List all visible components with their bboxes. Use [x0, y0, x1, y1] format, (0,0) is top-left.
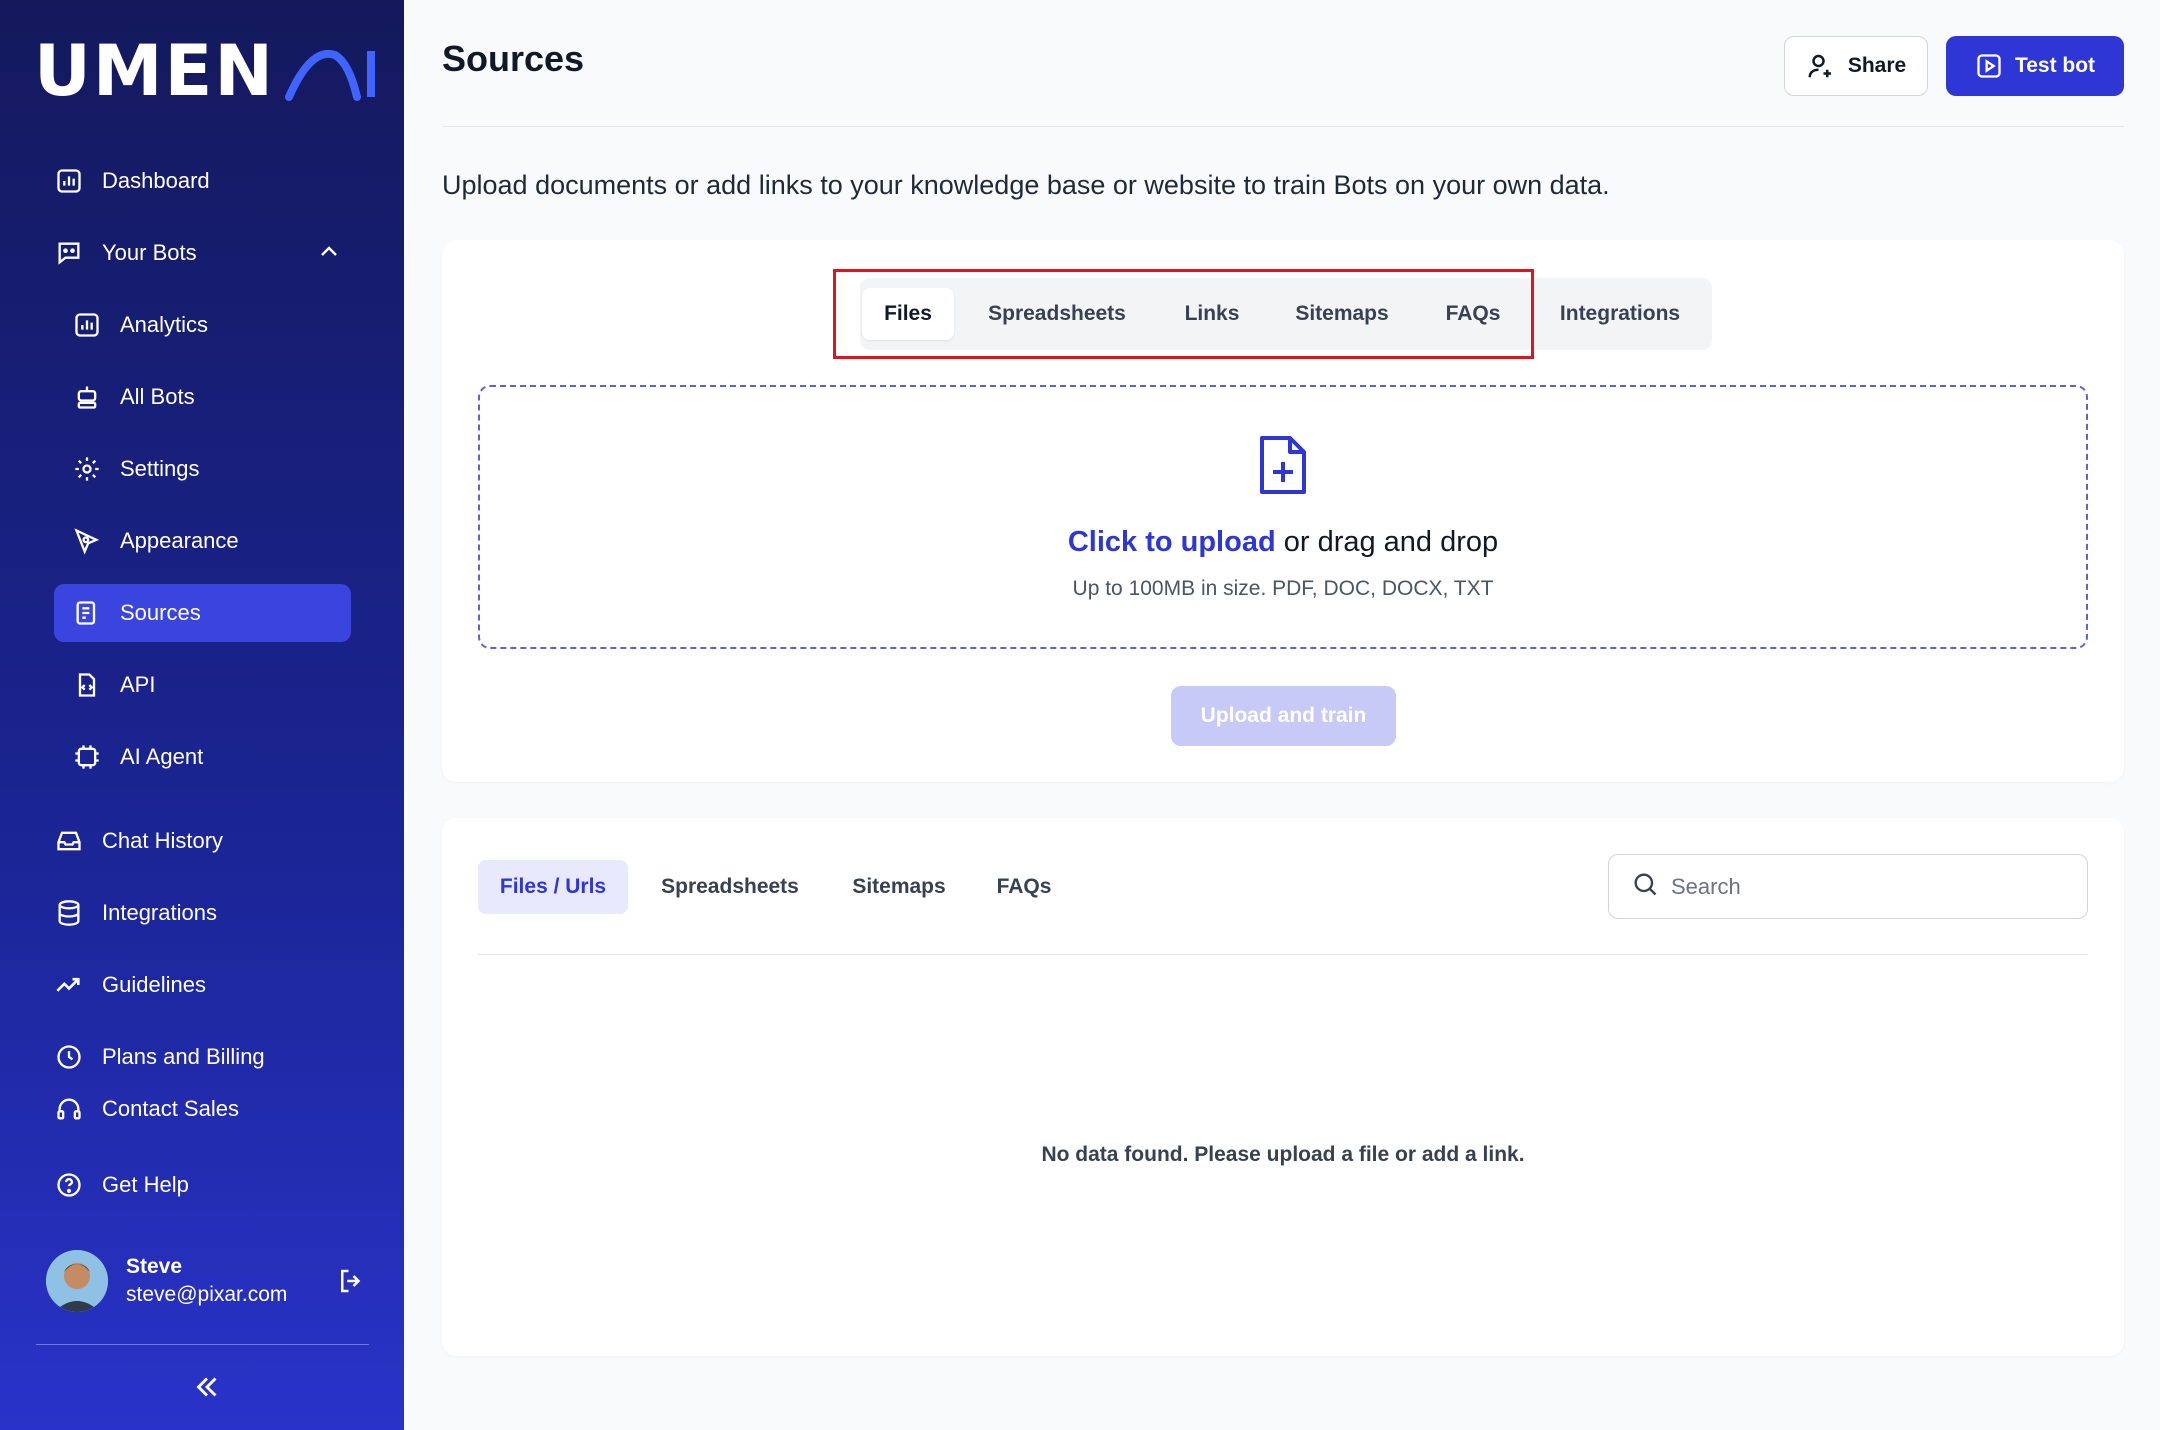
brand-logo[interactable]: UMEN	[34, 30, 379, 112]
sidebar-item-label: Get Help	[102, 1172, 189, 1197]
tab-data-sitemaps[interactable]: Sitemaps	[836, 860, 962, 914]
sidebar: UMEN Dashboard Your Bots Analytics All B…	[0, 0, 404, 1430]
sidebar-item-chat-history[interactable]: Chat History	[54, 812, 351, 870]
sidebar-item-ai-agent[interactable]: AI Agent	[54, 728, 351, 786]
bot-chat-icon	[54, 238, 84, 268]
headphones-icon	[54, 1094, 84, 1124]
sidebar-item-appearance[interactable]: Appearance	[54, 512, 351, 570]
tab-data-spreadsheets[interactable]: Spreadsheets	[644, 860, 816, 914]
sidebar-item-label: Appearance	[120, 528, 239, 553]
robot-icon	[72, 382, 102, 412]
sidebar-item-label: Sources	[120, 600, 201, 625]
test-bot-label: Test bot	[2014, 54, 2096, 77]
sidebar-item-contact-sales[interactable]: Contact Sales	[54, 1080, 351, 1138]
search-icon	[1631, 870, 1659, 903]
sidebar-item-label: Integrations	[102, 900, 217, 925]
sidebar-item-label: All Bots	[120, 384, 195, 409]
sidebar-item-label: Analytics	[120, 312, 209, 337]
sidebar-item-sources[interactable]: Sources	[54, 584, 351, 642]
intro-text: Upload documents or add links to your kn…	[442, 170, 1610, 200]
share-button[interactable]: Share	[1784, 36, 1928, 96]
user-name: Steve	[126, 1255, 183, 1278]
page-title: Sources	[442, 38, 585, 79]
tab-data-faqs[interactable]: FAQs	[980, 860, 1068, 914]
search-box[interactable]	[1608, 854, 2088, 919]
sidebar-item-label: Plans and Billing	[102, 1044, 265, 1069]
play-square-icon	[1975, 52, 2003, 80]
sidebar-item-analytics[interactable]: Analytics	[54, 296, 351, 354]
user-profile[interactable]: Steve steve@pixar.com	[46, 1248, 376, 1314]
user-plus-icon	[1806, 51, 1836, 81]
sidebar-item-label: Dashboard	[102, 168, 210, 193]
sidebar-divider	[36, 1344, 369, 1345]
test-bot-button[interactable]: Test bot	[1946, 36, 2124, 96]
inbox-icon	[54, 826, 84, 856]
trend-up-icon	[54, 970, 84, 1000]
data-divider	[478, 954, 2088, 955]
gear-icon	[72, 454, 102, 484]
chevron-up-icon[interactable]	[317, 240, 341, 270]
sidebar-item-label: AI Agent	[120, 744, 204, 769]
dropzone-text: Click to upload or drag and drop	[478, 526, 2088, 559]
chart-bar-icon	[54, 166, 84, 196]
sidebar-item-your-bots[interactable]: Your Bots	[54, 224, 351, 282]
tab-integrations[interactable]: Integrations	[1540, 288, 1700, 340]
file-plus-icon	[1258, 434, 1308, 501]
code-file-icon	[72, 670, 102, 700]
share-label: Share	[1847, 54, 1907, 77]
sidebar-item-plans-billing[interactable]: Plans and Billing	[54, 1028, 351, 1086]
logout-icon[interactable]	[336, 1266, 366, 1301]
tab-files-urls[interactable]: Files / Urls	[478, 860, 628, 914]
file-dropzone[interactable]	[478, 385, 2088, 649]
pen-tool-icon	[72, 526, 102, 556]
sidebar-item-label: Guidelines	[102, 972, 206, 997]
sidebar-item-label: Contact Sales	[102, 1096, 239, 1121]
help-circle-icon	[54, 1170, 84, 1200]
logo-ai-mark	[284, 49, 375, 101]
sidebar-item-all-bots[interactable]: All Bots	[54, 368, 351, 426]
sidebar-item-settings[interactable]: Settings	[54, 440, 351, 498]
user-info: Steve steve@pixar.com	[126, 1255, 287, 1307]
sidebar-item-dashboard[interactable]: Dashboard	[54, 152, 351, 210]
clock-icon	[54, 1042, 84, 1072]
search-input[interactable]	[1671, 873, 2071, 900]
header-divider	[442, 126, 2124, 127]
sidebar-item-guidelines[interactable]: Guidelines	[54, 956, 351, 1014]
chart-bar-icon	[72, 310, 102, 340]
drag-drop-text: or drag and drop	[1275, 526, 1499, 558]
document-icon	[72, 598, 102, 628]
avatar	[46, 1250, 108, 1312]
upload-train-button[interactable]: Upload and train	[1171, 686, 1396, 746]
sidebar-item-label: Settings	[120, 456, 200, 481]
sidebar-item-label: Chat History	[102, 828, 224, 853]
database-icon	[54, 898, 84, 928]
highlight-box	[833, 269, 1534, 359]
sidebar-item-label: API	[120, 672, 156, 697]
ai-chip-icon	[72, 742, 102, 772]
upload-hint: Up to 100MB in size. PDF, DOC, DOCX, TXT	[1072, 577, 1494, 600]
empty-state-message: No data found. Please upload a file or a…	[1041, 1143, 1525, 1166]
sidebar-item-label: Your Bots	[102, 240, 197, 265]
sidebar-item-integrations[interactable]: Integrations	[54, 884, 351, 942]
collapse-sidebar-icon[interactable]	[190, 1370, 224, 1409]
sidebar-item-get-help[interactable]: Get Help	[54, 1156, 351, 1214]
user-email: steve@pixar.com	[126, 1283, 288, 1306]
click-to-upload-link[interactable]: Click to upload	[1068, 526, 1276, 558]
logo-text: UMEN	[34, 30, 275, 112]
sidebar-item-api[interactable]: API	[54, 656, 351, 714]
